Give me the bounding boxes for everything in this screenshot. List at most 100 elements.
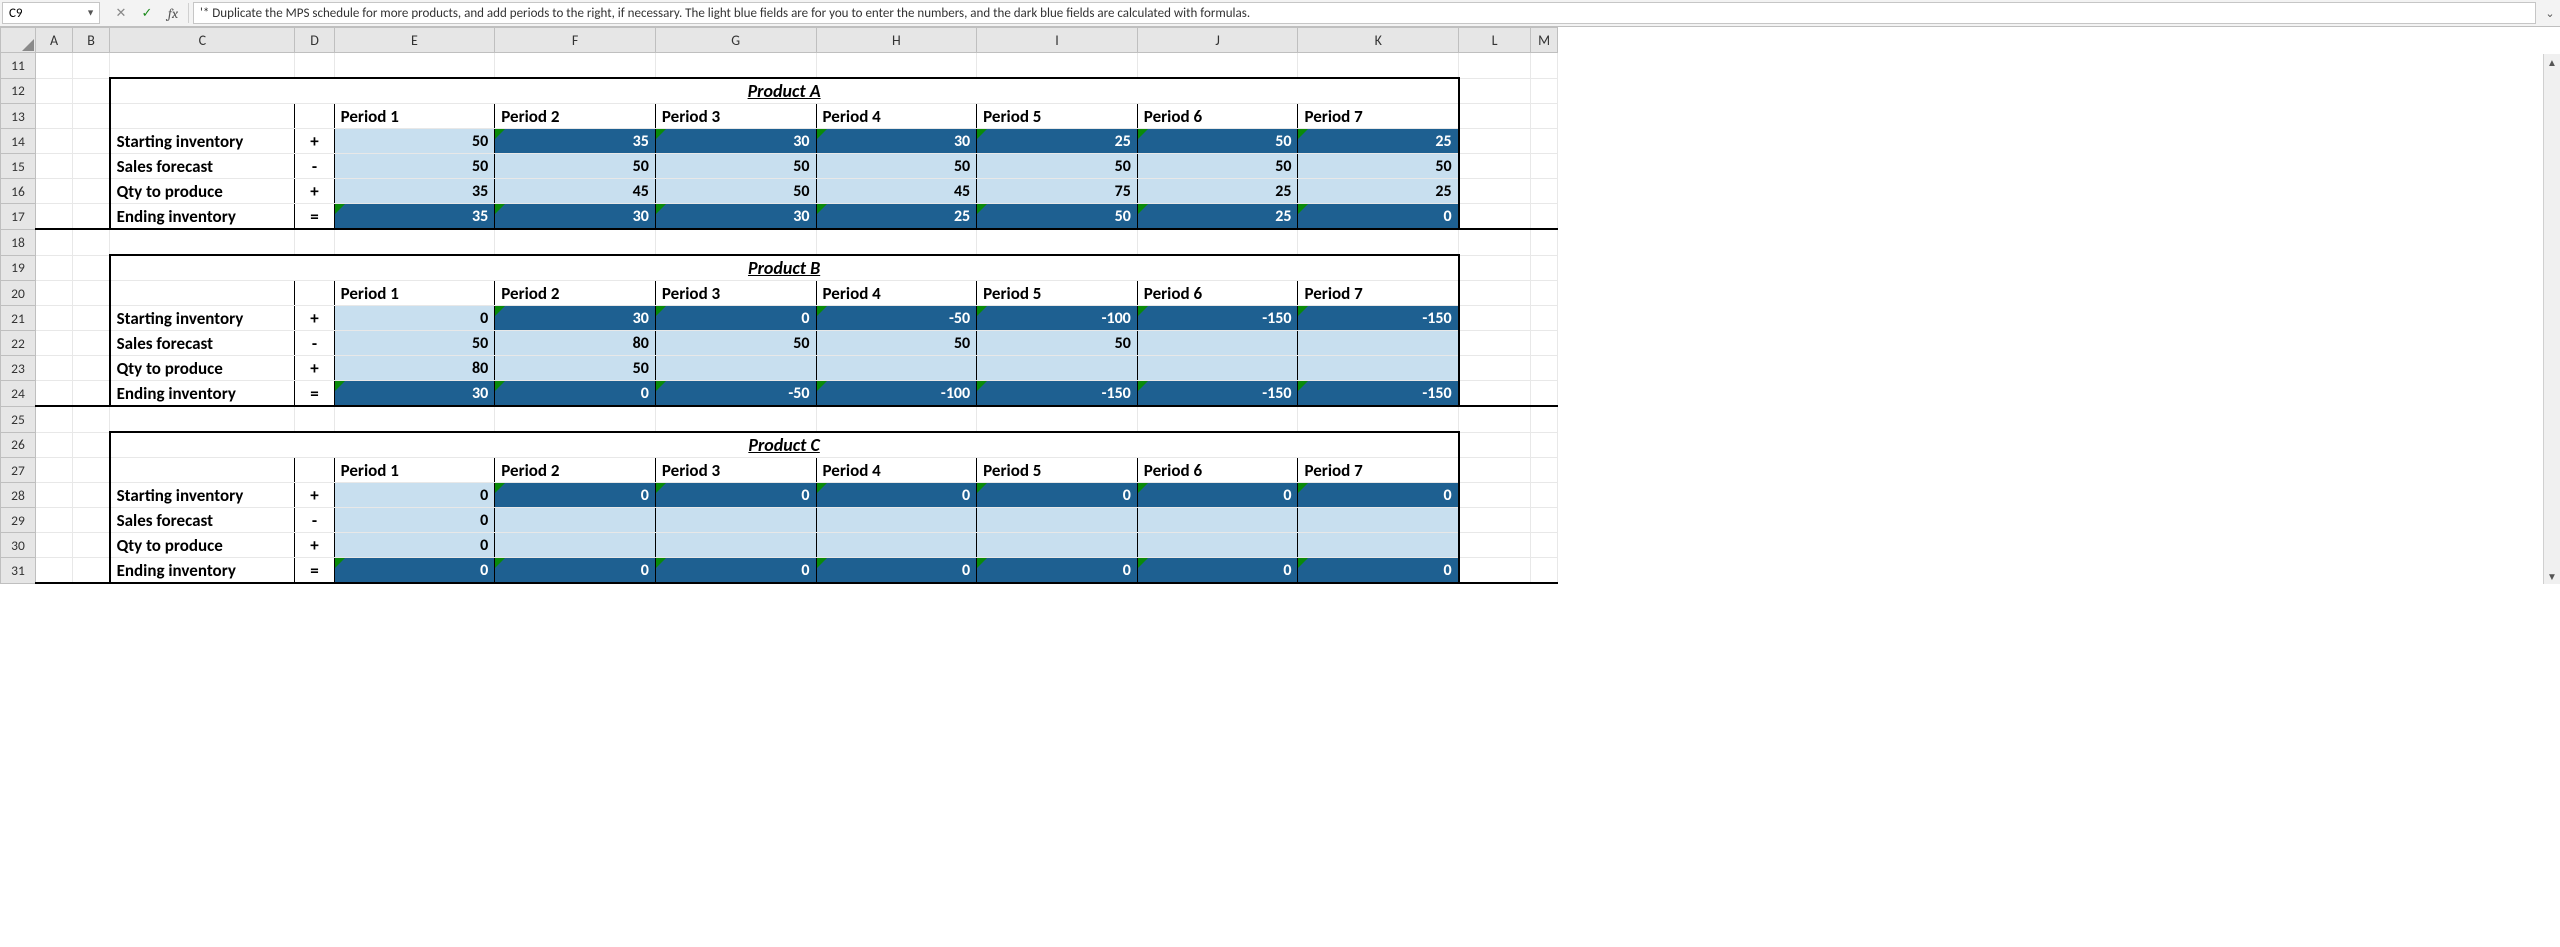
data-cell[interactable]	[816, 508, 977, 533]
cell[interactable]	[110, 281, 295, 306]
data-cell[interactable]: 45	[495, 179, 656, 204]
cell[interactable]	[295, 229, 334, 255]
data-cell[interactable]: 50	[334, 331, 495, 356]
product-title[interactable]: Product A	[110, 78, 1459, 104]
cell[interactable]	[73, 255, 110, 281]
row-label[interactable]: Ending inventory	[110, 558, 295, 584]
data-cell[interactable]	[977, 508, 1138, 533]
data-cell[interactable]	[1298, 356, 1459, 381]
cell[interactable]	[36, 229, 73, 255]
row-header[interactable]: 15	[1, 154, 36, 179]
col-header[interactable]: F	[495, 28, 656, 53]
cell[interactable]	[1531, 179, 1558, 204]
data-cell[interactable]: 0	[1298, 483, 1459, 508]
data-cell[interactable]: 50	[1298, 154, 1459, 179]
period-header[interactable]: Period 5	[977, 104, 1138, 129]
cell[interactable]	[655, 406, 816, 432]
period-header[interactable]: Period 4	[816, 458, 977, 483]
cell[interactable]	[1459, 458, 1531, 483]
data-cell[interactable]: 25	[1298, 179, 1459, 204]
data-cell[interactable]	[655, 533, 816, 558]
cell[interactable]	[73, 104, 110, 129]
product-title[interactable]: Product C	[110, 432, 1459, 458]
row-header[interactable]: 18	[1, 229, 36, 255]
cell[interactable]	[73, 306, 110, 331]
row-header[interactable]: 19	[1, 255, 36, 281]
data-cell[interactable]	[495, 533, 656, 558]
period-header[interactable]: Period 2	[495, 104, 656, 129]
scroll-up-icon[interactable]: ▲	[2544, 54, 2560, 70]
row-header[interactable]: 27	[1, 458, 36, 483]
period-header[interactable]: Period 7	[1298, 458, 1459, 483]
cell[interactable]	[1459, 129, 1531, 154]
cell[interactable]	[816, 406, 977, 432]
col-header[interactable]: I	[977, 28, 1138, 53]
cell[interactable]	[295, 458, 334, 483]
data-cell[interactable]: -150	[977, 381, 1138, 407]
cell[interactable]	[334, 229, 495, 255]
cell[interactable]	[73, 78, 110, 104]
period-header[interactable]: Period 7	[1298, 104, 1459, 129]
cell[interactable]	[36, 204, 73, 230]
cell[interactable]	[295, 53, 334, 79]
data-cell[interactable]	[1298, 533, 1459, 558]
cell[interactable]	[36, 356, 73, 381]
row-sign[interactable]: +	[295, 483, 334, 508]
cell[interactable]	[1459, 281, 1531, 306]
cell[interactable]	[36, 129, 73, 154]
row-label[interactable]: Starting inventory	[110, 483, 295, 508]
row-header[interactable]: 26	[1, 432, 36, 458]
row-header[interactable]: 16	[1, 179, 36, 204]
cell[interactable]	[1531, 204, 1558, 230]
cell[interactable]	[1531, 78, 1558, 104]
period-header[interactable]: Period 7	[1298, 281, 1459, 306]
cell[interactable]	[36, 255, 73, 281]
cell[interactable]	[1137, 53, 1298, 79]
cell[interactable]	[334, 53, 495, 79]
cell[interactable]	[36, 508, 73, 533]
cell[interactable]	[1531, 229, 1558, 255]
data-cell[interactable]: 0	[1298, 558, 1459, 584]
row-label[interactable]: Ending inventory	[110, 204, 295, 230]
formula-input[interactable]: '* Duplicate the MPS schedule for more p…	[193, 2, 2536, 24]
cell[interactable]	[36, 53, 73, 79]
col-header[interactable]: E	[334, 28, 495, 53]
cell[interactable]	[73, 356, 110, 381]
cell[interactable]	[1531, 533, 1558, 558]
data-cell[interactable]: 0	[495, 558, 656, 584]
period-header[interactable]: Period 6	[1137, 281, 1298, 306]
data-cell[interactable]: 80	[495, 331, 656, 356]
cell[interactable]	[1459, 204, 1531, 230]
row-header[interactable]: 25	[1, 406, 36, 432]
cell[interactable]	[334, 406, 495, 432]
row-header[interactable]: 14	[1, 129, 36, 154]
data-cell[interactable]: 0	[495, 381, 656, 407]
cell[interactable]	[73, 229, 110, 255]
data-cell[interactable]: 35	[334, 204, 495, 230]
cell[interactable]	[73, 508, 110, 533]
cell[interactable]	[1531, 331, 1558, 356]
row-header[interactable]: 17	[1, 204, 36, 230]
cell[interactable]	[1298, 229, 1459, 255]
cell[interactable]	[36, 381, 73, 407]
cell[interactable]	[110, 53, 295, 79]
col-header[interactable]: A	[36, 28, 73, 53]
cell[interactable]	[73, 432, 110, 458]
data-cell[interactable]: 25	[1298, 129, 1459, 154]
cell[interactable]	[1531, 458, 1558, 483]
row-label[interactable]: Starting inventory	[110, 306, 295, 331]
cell[interactable]	[1531, 356, 1558, 381]
cell[interactable]	[36, 331, 73, 356]
period-header[interactable]: Period 1	[334, 458, 495, 483]
data-cell[interactable]: 0	[1137, 558, 1298, 584]
cell[interactable]	[36, 179, 73, 204]
cell[interactable]	[110, 406, 295, 432]
formula-enter-icon[interactable]: ✓	[134, 0, 160, 26]
data-cell[interactable]: 25	[816, 204, 977, 230]
cell[interactable]	[36, 483, 73, 508]
row-label[interactable]: Ending inventory	[110, 381, 295, 407]
data-cell[interactable]: 80	[334, 356, 495, 381]
data-cell[interactable]: 25	[1137, 179, 1298, 204]
cell[interactable]	[977, 53, 1138, 79]
cell[interactable]	[36, 432, 73, 458]
